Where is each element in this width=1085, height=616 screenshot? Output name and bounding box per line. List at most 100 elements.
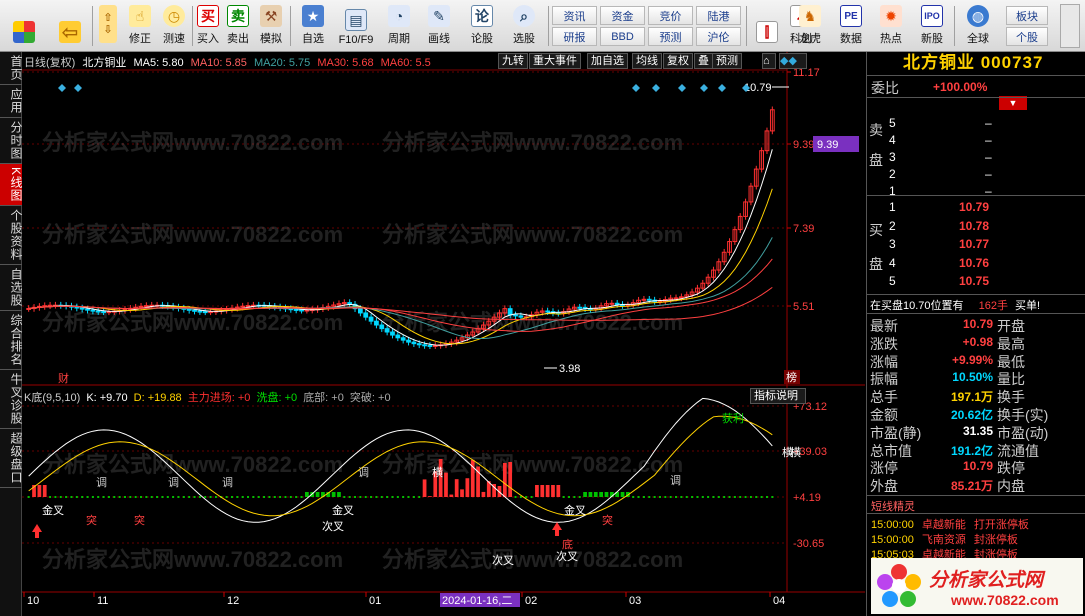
indicator-dot (755, 496, 758, 498)
dragon-button[interactable]: ♞ 龙虎 (793, 3, 827, 49)
indicator-bar (551, 485, 555, 497)
chip-adjust[interactable]: 复权 (663, 53, 693, 69)
back-button[interactable]: ⇦ (52, 3, 88, 49)
funds-button[interactable]: 资金 (600, 6, 645, 25)
expand-arrows-icon[interactable]: ◆◆ (779, 53, 807, 69)
news-button[interactable]: 资讯 (552, 6, 597, 25)
spirit-time: 15:00:00 (871, 519, 914, 531)
simulate-button[interactable]: ⚒ 模拟 (254, 3, 288, 49)
sell-price[interactable]: – (985, 116, 992, 130)
left-tab-1[interactable]: 应用 (0, 85, 23, 118)
signal-label: 调 (96, 476, 107, 489)
indicator-dot (343, 496, 346, 498)
chip-overlay[interactable]: 叠 (694, 53, 713, 69)
research-button[interactable]: 研报 (552, 27, 597, 46)
left-tab-0[interactable]: 首页 (0, 52, 23, 85)
simulate-label: 模拟 (260, 33, 282, 45)
chip-forecast[interactable]: 预测 (712, 53, 742, 69)
hotspot-button[interactable]: ✹ 热点 (874, 3, 908, 49)
indicator-dot (402, 496, 405, 498)
left-tab-7[interactable]: 牛叉诊股 (0, 370, 23, 430)
chip-jiuzhuan[interactable]: 九转 (498, 53, 528, 69)
left-tab-5[interactable]: 自选股 (0, 265, 23, 312)
bbd-button[interactable]: BBD (600, 27, 645, 46)
updown-button[interactable]: ⇧ ⇩ (96, 3, 120, 49)
buy-label-1: 买 (869, 222, 883, 238)
candle-body (144, 305, 149, 308)
buy-price[interactable]: 10.75 (959, 274, 989, 288)
indicator-dot (562, 496, 565, 498)
ipo-button[interactable]: IPO 新股 (914, 3, 950, 49)
spirit-row[interactable]: 15:00:00 飞南资源 封涨停板 (871, 531, 1018, 547)
f10-button[interactable]: ▤ F10/F9 (334, 3, 378, 49)
watchlist-button[interactable]: ★ 自选 (294, 3, 332, 49)
order-notice: 在买盘10.70位置有 162手 买单! (870, 297, 1040, 313)
dragon-icon: ♞ (799, 5, 821, 27)
sell-price[interactable]: – (985, 133, 992, 147)
spirit-stock: 卓越新能 (921, 519, 966, 531)
data-button[interactable]: PE 数据 (834, 3, 868, 49)
sell-price[interactable]: – (985, 150, 992, 164)
forecast-button[interactable]: 预测 (648, 27, 693, 46)
sell-button[interactable]: 卖 卖出 (224, 3, 252, 49)
left-tab-8[interactable]: 超级盘口 (0, 429, 23, 489)
divider (867, 313, 1085, 314)
hand-icon: ☝ (129, 5, 151, 27)
event-diamond-icon (718, 84, 726, 92)
candle-body (202, 311, 208, 314)
chip-major-events[interactable]: 重大事件 (529, 53, 581, 69)
correct-button[interactable]: ☝ 修正 (124, 3, 156, 49)
auction-button[interactable]: 竞价 (648, 6, 693, 25)
buy-price[interactable]: 10.77 (959, 237, 989, 251)
indicator-dot (658, 496, 661, 498)
pencil-icon: ✎ (428, 5, 450, 27)
buy-price[interactable]: 10.78 (959, 219, 989, 233)
event-diamond-icon (632, 84, 640, 92)
kline-chart-area[interactable]: 11.17 9.39 7.39 5.51 +73.12 +39.03 +4.19 -30.65… (22, 52, 865, 614)
candle-body (432, 344, 438, 347)
quote-value: 191.2亿 (950, 443, 993, 458)
shanghai-london-button[interactable]: 沪伦 (696, 27, 741, 46)
buy-price[interactable]: 10.79 (959, 200, 989, 214)
indicator-bar (508, 461, 513, 497)
stock-select-button[interactable]: ⌕ 选股 (504, 3, 544, 49)
grid-icon (13, 21, 35, 43)
chip-moving-average[interactable]: 均线 (632, 53, 662, 69)
indicator-name[interactable]: K底(9,5,10) (24, 392, 80, 404)
left-tab-6[interactable]: 综合排名 (0, 311, 23, 371)
spirit-title[interactable]: 短线精灵 (871, 498, 915, 514)
chip-add-watchlist[interactable]: 加自选 (587, 53, 628, 69)
speedtest-button[interactable]: ◷ 测速 (158, 3, 190, 49)
individual-stock-button[interactable]: 个股 (1006, 27, 1048, 46)
spirit-row[interactable]: 15:00:00 卓越新能 打开涨停板 (871, 516, 1029, 532)
left-tab-3[interactable]: K线图 (0, 164, 23, 207)
indicator-bar (604, 492, 609, 497)
drawline-button[interactable]: ✎ 画线 (420, 3, 458, 49)
collapse-chevron-icon[interactable]: ▼ (999, 96, 1027, 110)
signal-label: 次叉 (492, 553, 514, 567)
kline-button[interactable]: ⫿ (750, 3, 784, 49)
forum-button[interactable]: 论 论股 (464, 3, 500, 49)
indicator-explain-button[interactable]: 指标说明 (750, 388, 806, 404)
indicator-bar (449, 494, 454, 497)
grid-icon-button[interactable] (6, 3, 42, 49)
buy-price[interactable]: 10.76 (959, 256, 989, 270)
candle-body (400, 337, 406, 341)
site-logo: 分析家公式网 www.70822.com (871, 558, 1083, 614)
quote-value: +0.98 (962, 334, 993, 349)
left-tab-4[interactable]: 个股资料 (0, 206, 23, 266)
period-button[interactable]: ◔ 周期 (380, 3, 418, 49)
time-axis-label: 10 (27, 595, 39, 607)
sector-button[interactable]: 板块 (1006, 6, 1048, 25)
hk-connect-button[interactable]: 陆港 (696, 6, 741, 25)
lock-icon[interactable]: ⌂ (762, 53, 776, 69)
global-button[interactable]: ◍ 全球 (958, 3, 998, 49)
sell-price[interactable]: – (985, 167, 992, 181)
indicator-bar (428, 496, 432, 497)
chart-period[interactable]: 日线(复权) (24, 57, 75, 69)
toolbar-scroll[interactable] (1060, 4, 1080, 48)
indicator-dot (177, 496, 180, 498)
buy-button[interactable]: 买 买入 (194, 3, 222, 49)
quote-panel: 北方铜业 000737 委比 +100.00% ▼ 卖 盘 5–4–3–2–1–… (866, 52, 1085, 616)
left-tab-2[interactable]: 分时图 (0, 118, 23, 164)
